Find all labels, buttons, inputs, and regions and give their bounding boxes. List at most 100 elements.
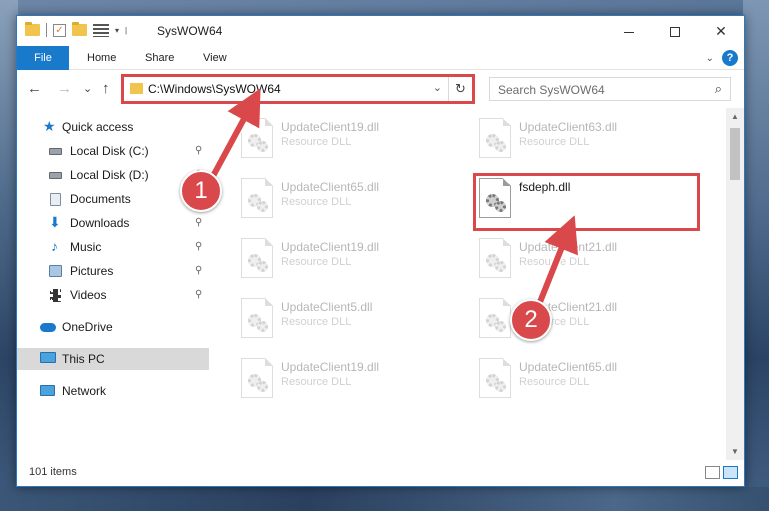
sidebar-item-downloads[interactable]: ⬇ Downloads ⚲ [17,212,209,234]
back-button[interactable]: ← [27,80,42,97]
window-controls: ✕ [606,16,744,46]
desktop-wallpaper-bottom [0,487,769,511]
computer-icon [40,352,56,363]
pin-icon[interactable]: ⚲ [195,140,202,162]
file-type: Resource DLL [281,316,352,328]
sidebar-item-label: Documents [70,192,131,206]
recent-locations-button[interactable]: ⌄ [83,82,92,95]
search-icon[interactable]: ⌕ [715,81,722,97]
close-button[interactable]: ✕ [698,16,744,46]
file-name: UpdateClient21.dll [519,240,618,254]
drive-icon [49,148,62,155]
download-icon: ⬇ [49,214,61,230]
drive-icon [49,172,62,179]
documents-icon [50,193,61,206]
large-icons-view-icon[interactable] [723,466,738,479]
file-item[interactable]: UpdateClient21.dll Resource DLL [471,294,691,342]
window-title: SysWOW64 [157,24,223,38]
tab-share[interactable]: Share [135,46,184,70]
file-type: Resource DLL [281,256,352,268]
sidebar-item-label: Videos [70,288,107,302]
sidebar-item-this-pc[interactable]: This PC [17,348,209,370]
title-bar: ✓ ▾ | SysWOW64 ✕ [17,16,744,46]
pin-icon[interactable]: ⚲ [195,212,202,234]
sidebar-item-quick-access[interactable]: ★ Quick access [17,116,209,138]
scroll-down-icon[interactable]: ▼ [726,443,744,460]
star-icon: ★ [43,118,56,134]
file-name: UpdateClient5.dll [281,300,373,314]
file-item[interactable]: UpdateClient19.dll Resource DLL [233,354,453,402]
maximize-button[interactable] [652,16,698,46]
sidebar-item-label: Pictures [70,264,114,278]
properties-icon[interactable] [93,23,109,37]
dll-file-icon [479,238,511,278]
file-item[interactable]: UpdateClient21.dll Resource DLL [471,234,691,282]
music-icon: ♪ [51,238,58,254]
pictures-icon [49,265,62,277]
maximize-icon [670,27,680,38]
pin-icon[interactable]: ⚲ [195,284,202,306]
tab-view[interactable]: View [193,46,237,70]
minimize-button[interactable] [606,16,652,46]
address-bar-highlight [121,74,475,104]
file-type: Resource DLL [281,136,352,148]
network-icon [40,385,55,396]
sidebar-item-label: Network [62,384,107,398]
dll-file-icon [241,358,273,398]
cloud-icon [40,323,56,332]
new-folder-icon[interactable] [72,22,87,36]
dll-file-icon [479,298,511,338]
file-item[interactable]: UpdateClient19.dll Resource DLL [233,114,453,162]
file-name: UpdateClient19.dll [281,240,380,254]
item-count: 101 items [29,466,77,478]
file-type: Resource DLL [519,256,590,268]
file-name: UpdateClient65.dll [281,180,380,194]
file-name: UpdateClient19.dll [281,360,380,374]
dll-file-icon [479,118,511,158]
toolbar-separator [46,23,47,37]
toolbar-separator-text: | [125,25,128,35]
tab-home[interactable]: Home [77,46,126,70]
scroll-up-icon[interactable]: ▲ [726,108,744,125]
file-name: UpdateClient19.dll [281,120,380,134]
file-item[interactable]: UpdateClient63.dll Resource DLL [471,114,691,162]
file-item[interactable]: UpdateClient65.dll Resource DLL [233,174,453,222]
help-icon[interactable]: ? [722,50,738,66]
file-type: Resource DLL [519,136,590,148]
file-highlight-box [473,173,700,231]
properties-check-icon[interactable]: ✓ [53,23,66,37]
sidebar-item-local-disk-d[interactable]: Local Disk (D:) ⚲ [17,164,209,186]
search-placeholder: Search SysWOW64 [498,83,605,97]
file-name: UpdateClient63.dll [519,120,618,134]
videos-icon [50,289,61,302]
dll-file-icon [241,238,273,278]
sidebar-item-label: Quick access [62,120,134,134]
customize-toolbar-caret[interactable]: ▾ [115,26,119,35]
collapse-ribbon-icon[interactable]: ⌄ [706,53,714,64]
tab-file[interactable]: File [17,46,69,70]
search-box[interactable]: Search SysWOW64 ⌕ [489,77,731,101]
file-item[interactable]: UpdateClient19.dll Resource DLL [233,234,453,282]
file-item[interactable]: UpdateClient65.dll Resource DLL [471,354,691,402]
address-bar-row: ← → ⌄ ↑ C:\Windows\SysWOW64 ⌄ ↻ Search S… [17,71,744,107]
sidebar-item-videos[interactable]: Videos ⚲ [17,284,209,306]
sidebar-item-pictures[interactable]: Pictures ⚲ [17,260,209,282]
details-view-icon[interactable] [705,466,720,479]
sidebar-item-music[interactable]: ♪ Music ⚲ [17,236,209,258]
pin-icon[interactable]: ⚲ [195,260,202,282]
sidebar-item-local-disk-c[interactable]: Local Disk (C:) ⚲ [17,140,209,162]
file-name: UpdateClient65.dll [519,360,618,374]
file-item[interactable]: UpdateClient5.dll Resource DLL [233,294,453,342]
dll-file-icon [241,118,273,158]
sidebar-item-label: Local Disk (D:) [70,168,149,182]
vertical-scrollbar[interactable]: ▲ ▼ [726,108,744,460]
up-button[interactable]: ↑ [102,80,110,97]
scrollbar-thumb[interactable] [730,128,740,180]
sidebar-item-network[interactable]: Network [17,380,209,402]
sidebar-item-onedrive[interactable]: OneDrive [17,316,209,338]
pin-icon[interactable]: ⚲ [195,236,202,258]
forward-button[interactable]: → [57,80,72,97]
ribbon-right-controls: ⌄ ? [706,50,738,66]
minimize-icon [624,31,634,33]
sidebar-item-label: OneDrive [62,320,113,334]
